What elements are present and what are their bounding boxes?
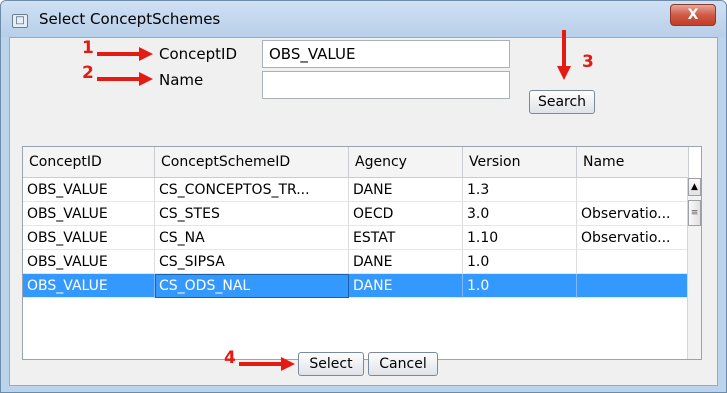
cell-conceptschemeid: CS_ODS_NAL	[155, 274, 349, 298]
conceptid-label: ConceptID	[159, 45, 238, 63]
close-button[interactable]: X	[670, 4, 716, 26]
name-label: Name	[159, 71, 204, 89]
annotation-4: 4	[224, 348, 236, 368]
table-row[interactable]: OBS_VALUE CS_SIPSA DANE 1.0	[23, 250, 689, 274]
select-conceptschemes-dialog: □ Select ConceptSchemes X ConceptID Name…	[0, 0, 727, 393]
cell-conceptschemeid: CS_SIPSA	[155, 250, 349, 274]
cell-agency: DANE	[349, 178, 463, 202]
scroll-thumb[interactable]: ≡	[688, 200, 701, 226]
cell-conceptid: OBS_VALUE	[23, 226, 155, 250]
column-header-conceptid[interactable]: ConceptID	[23, 147, 155, 177]
table-row[interactable]: OBS_VALUE CS_NA ESTAT 1.10 Observatio...	[23, 226, 689, 250]
title-bar[interactable]: □ Select ConceptSchemes X	[1, 1, 726, 37]
column-header-conceptschemeid[interactable]: ConceptSchemeID	[155, 147, 349, 177]
cancel-button[interactable]: Cancel	[368, 352, 438, 376]
cell-conceptid: OBS_VALUE	[23, 202, 155, 226]
cell-version: 1.3	[463, 178, 577, 202]
search-button[interactable]: Search	[529, 90, 595, 114]
cell-conceptid: OBS_VALUE	[23, 274, 155, 298]
cell-name: Observatio...	[577, 202, 689, 226]
annotation-arrow-3	[557, 30, 571, 80]
annotation-2: 2	[82, 63, 94, 83]
annotation-arrow-4	[239, 357, 295, 371]
cell-agency: DANE	[349, 250, 463, 274]
table-row[interactable]: OBS_VALUE CS_STES OECD 3.0 Observatio...	[23, 202, 689, 226]
annotation-3: 3	[582, 52, 594, 72]
column-header-version[interactable]: Version	[463, 147, 577, 177]
cell-name	[577, 250, 689, 274]
cell-name	[577, 274, 689, 298]
cell-conceptid: OBS_VALUE	[23, 250, 155, 274]
annotation-1: 1	[82, 38, 94, 58]
cell-agency: DANE	[349, 274, 463, 298]
annotation-arrow-1	[97, 47, 153, 61]
concept-schemes-table[interactable]: ConceptID ConceptSchemeID Agency Version…	[22, 146, 702, 360]
cell-version: 1.0	[463, 250, 577, 274]
dialog-body: ConceptID Name Search 1 2 3 ConceptID Co…	[9, 30, 718, 386]
cell-agency: ESTAT	[349, 226, 463, 250]
table-row[interactable]: OBS_VALUE CS_CONCEPTOS_TR... DANE 1.3	[23, 178, 689, 202]
cell-name	[577, 178, 689, 202]
cell-conceptschemeid: CS_STES	[155, 202, 349, 226]
close-icon: X	[687, 7, 699, 23]
cell-version: 1.0	[463, 274, 577, 298]
cell-name: Observatio...	[577, 226, 689, 250]
name-input[interactable]	[262, 71, 510, 99]
cell-conceptschemeid: CS_CONCEPTOS_TR...	[155, 178, 349, 202]
cell-version: 3.0	[463, 202, 577, 226]
vertical-scrollbar[interactable]: ▲ ≡	[687, 178, 701, 359]
table-row-selected[interactable]: OBS_VALUE CS_ODS_NAL DANE 1.0	[23, 274, 689, 298]
table-header: ConceptID ConceptSchemeID Agency Version…	[23, 147, 689, 178]
conceptid-input[interactable]	[262, 40, 510, 68]
window-title: Select ConceptSchemes	[39, 10, 221, 28]
column-header-name[interactable]: Name	[577, 147, 689, 177]
cell-conceptid: OBS_VALUE	[23, 178, 155, 202]
scroll-up-icon[interactable]: ▲	[688, 178, 701, 196]
window-icon: □	[12, 14, 28, 28]
select-button[interactable]: Select	[298, 352, 364, 376]
cell-version: 1.10	[463, 226, 577, 250]
column-header-agency[interactable]: Agency	[349, 147, 463, 177]
cell-agency: OECD	[349, 202, 463, 226]
annotation-arrow-2	[97, 72, 153, 86]
cell-conceptschemeid: CS_NA	[155, 226, 349, 250]
